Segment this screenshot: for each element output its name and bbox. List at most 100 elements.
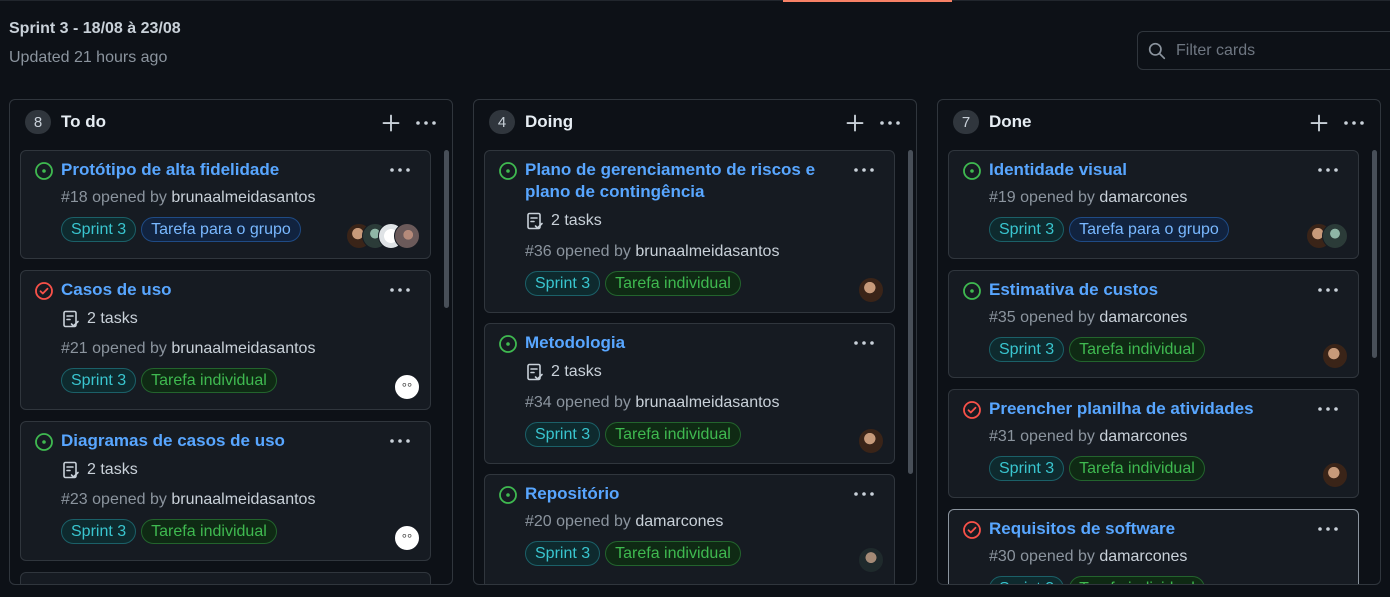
filter-cards-box[interactable] bbox=[1137, 31, 1390, 70]
avatar[interactable] bbox=[1322, 223, 1348, 249]
issue-card[interactable]: Metodologia 2 tasks #34 opened by brunaa… bbox=[484, 323, 895, 464]
more-options-icon[interactable] bbox=[1316, 280, 1340, 300]
task-count: 2 tasks bbox=[87, 461, 138, 478]
label-sprint[interactable]: Sprint 3 bbox=[989, 576, 1065, 584]
column-title: Done bbox=[989, 112, 1032, 131]
issue-card[interactable]: Estimativa de custos #35 opened by damar… bbox=[948, 270, 1359, 378]
label-tarefa-individual[interactable]: Tarefa individual bbox=[605, 422, 741, 447]
avatar[interactable]: °° bbox=[394, 525, 420, 551]
label-sprint[interactable]: Sprint 3 bbox=[61, 368, 137, 393]
avatar[interactable] bbox=[858, 428, 884, 454]
issue-card[interactable]: Diagramas de casos de uso 2 tasks #23 op… bbox=[20, 421, 431, 561]
card-title[interactable]: Diagramas de casos de uso bbox=[61, 430, 361, 452]
more-options-icon[interactable] bbox=[1316, 399, 1340, 419]
avatar[interactable] bbox=[1322, 343, 1348, 369]
label-sprint[interactable]: Sprint 3 bbox=[989, 217, 1065, 242]
author-link[interactable]: damarcones bbox=[1099, 428, 1187, 445]
label-tarefa-individual[interactable]: Tarefa individual bbox=[1069, 456, 1205, 481]
issue-card[interactable]: Plano de gerenciamento de riscos e plano… bbox=[484, 150, 895, 313]
label-tarefa-individual[interactable]: Tarefa individual bbox=[605, 271, 741, 296]
plus-icon[interactable] bbox=[381, 113, 401, 133]
column-scrollbar[interactable] bbox=[444, 150, 449, 308]
issue-card[interactable]: Casos de uso 2 tasks #21 opened by bruna… bbox=[20, 270, 431, 410]
avatar[interactable] bbox=[394, 223, 420, 249]
assignee-avatars: °° bbox=[394, 374, 420, 400]
card-title[interactable]: Preencher planilha de atividades bbox=[989, 398, 1289, 420]
active-tab-indicator bbox=[783, 0, 952, 2]
task-list-summary[interactable]: 2 tasks bbox=[525, 362, 602, 382]
label-sprint[interactable]: Sprint 3 bbox=[61, 217, 137, 242]
assignee-avatars bbox=[858, 547, 884, 573]
label-tarefa-individual[interactable]: Tarefa individual bbox=[1069, 337, 1205, 362]
task-list-summary[interactable]: 2 tasks bbox=[61, 309, 138, 329]
issue-number: #31 bbox=[989, 428, 1016, 445]
issue-card[interactable]: Protótipo de alta fidelidade #18 opened … bbox=[20, 150, 431, 259]
more-options-icon[interactable] bbox=[1316, 160, 1340, 180]
label-tarefa-grupo[interactable]: Tarefa para o grupo bbox=[1069, 217, 1229, 242]
task-count: 2 tasks bbox=[551, 363, 602, 380]
card-title[interactable]: Metodologia bbox=[525, 332, 825, 354]
more-options-icon[interactable] bbox=[852, 333, 876, 353]
label-tarefa-individual[interactable]: Tarefa individual bbox=[605, 541, 741, 566]
card-title[interactable]: Repositório bbox=[525, 483, 825, 505]
label-tarefa-individual[interactable]: Tarefa individual bbox=[141, 519, 277, 544]
issue-card[interactable]: Identidade visual #19 opened by damarcon… bbox=[948, 150, 1359, 259]
card-title[interactable]: Protótipo de alta fidelidade bbox=[61, 159, 361, 181]
label-sprint[interactable]: Sprint 3 bbox=[525, 541, 601, 566]
column-doing: 4 Doing Plano de gerenciamento de riscos… bbox=[473, 99, 917, 585]
checklist-icon bbox=[527, 212, 543, 230]
column-scrollbar[interactable] bbox=[908, 150, 913, 474]
author-link[interactable]: brunaalmeidasantos bbox=[635, 243, 779, 260]
plus-icon[interactable] bbox=[845, 113, 865, 133]
column-header: 8 To do bbox=[10, 100, 452, 150]
task-list-summary[interactable]: 2 tasks bbox=[525, 211, 602, 231]
author-link[interactable]: brunaalmeidasantos bbox=[171, 189, 315, 206]
label-sprint[interactable]: Sprint 3 bbox=[525, 422, 601, 447]
label-sprint[interactable]: Sprint 3 bbox=[989, 337, 1065, 362]
label-tarefa-individual[interactable]: Tarefa individual bbox=[1069, 576, 1205, 584]
avatar[interactable]: °° bbox=[394, 374, 420, 400]
card-title[interactable]: Estimativa de custos bbox=[989, 279, 1289, 301]
open-issue-icon bbox=[499, 162, 517, 180]
issue-card[interactable]: Preencher planilha de atividades #31 ope… bbox=[948, 389, 1359, 498]
column-title: Doing bbox=[525, 112, 574, 131]
author-link[interactable]: brunaalmeidasantos bbox=[171, 340, 315, 357]
author-link[interactable]: damarcones bbox=[1099, 189, 1187, 206]
more-options-icon[interactable] bbox=[852, 484, 876, 504]
avatar[interactable] bbox=[858, 277, 884, 303]
avatar[interactable] bbox=[858, 547, 884, 573]
label-sprint[interactable]: Sprint 3 bbox=[61, 519, 137, 544]
issue-number: #30 bbox=[989, 548, 1016, 565]
label-sprint[interactable]: Sprint 3 bbox=[525, 271, 601, 296]
issue-card[interactable]: Requisitos de software #30 opened by dam… bbox=[948, 509, 1359, 584]
more-options-icon[interactable] bbox=[388, 431, 412, 451]
more-options-icon[interactable] bbox=[414, 113, 438, 133]
issue-card[interactable]: Repositório #20 opened by damarcones Spr… bbox=[484, 474, 895, 584]
author-link[interactable]: damarcones bbox=[1099, 309, 1187, 326]
issue-card-partial[interactable] bbox=[20, 572, 431, 584]
card-title[interactable]: Identidade visual bbox=[989, 159, 1289, 181]
more-options-icon[interactable] bbox=[1316, 519, 1340, 539]
label-tarefa-grupo[interactable]: Tarefa para o grupo bbox=[141, 217, 301, 242]
label-tarefa-individual[interactable]: Tarefa individual bbox=[141, 368, 277, 393]
author-link[interactable]: brunaalmeidasantos bbox=[635, 394, 779, 411]
more-options-icon[interactable] bbox=[878, 113, 902, 133]
card-title[interactable]: Plano de gerenciamento de riscos e plano… bbox=[525, 159, 825, 203]
author-link[interactable]: damarcones bbox=[635, 513, 723, 530]
card-meta: #31 opened by damarcones bbox=[989, 428, 1187, 446]
filter-cards-input[interactable] bbox=[1176, 41, 1376, 60]
card-meta: #35 opened by damarcones bbox=[989, 309, 1187, 327]
label-sprint[interactable]: Sprint 3 bbox=[989, 456, 1065, 481]
column-scrollbar[interactable] bbox=[1372, 150, 1377, 358]
card-title[interactable]: Casos de uso bbox=[61, 279, 361, 301]
more-options-icon[interactable] bbox=[852, 160, 876, 180]
plus-icon[interactable] bbox=[1309, 113, 1329, 133]
avatar[interactable] bbox=[1322, 462, 1348, 488]
more-options-icon[interactable] bbox=[388, 160, 412, 180]
author-link[interactable]: brunaalmeidasantos bbox=[171, 491, 315, 508]
more-options-icon[interactable] bbox=[388, 280, 412, 300]
author-link[interactable]: damarcones bbox=[1099, 548, 1187, 565]
card-title[interactable]: Requisitos de software bbox=[989, 518, 1289, 540]
task-list-summary[interactable]: 2 tasks bbox=[61, 460, 138, 480]
more-options-icon[interactable] bbox=[1342, 113, 1366, 133]
